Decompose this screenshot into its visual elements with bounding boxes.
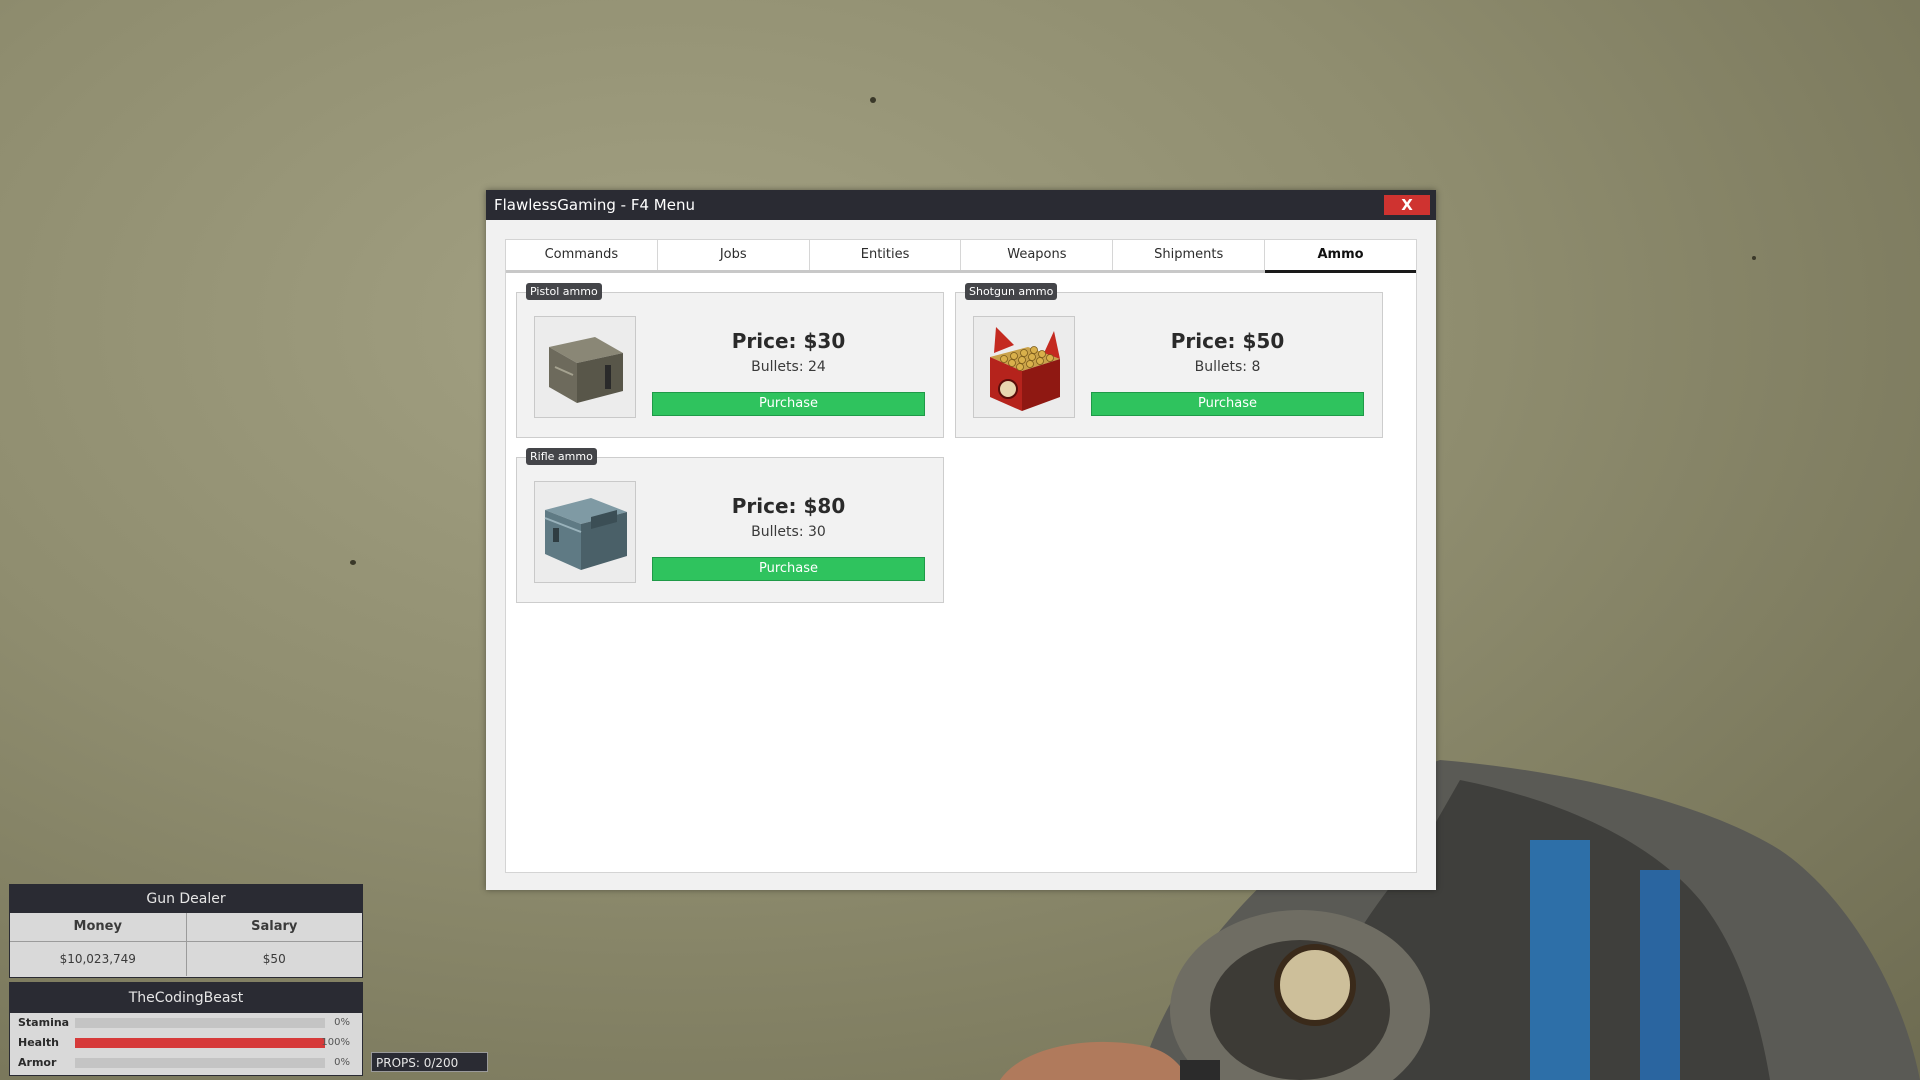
health-bar-fill: [75, 1038, 325, 1048]
item-card-shotgun-ammo: Shotgun ammo Price: $50 Bullets: 8 Purch…: [955, 283, 1383, 438]
job-title: Gun Dealer: [10, 885, 362, 913]
stamina-row: Stamina 0%: [10, 1013, 362, 1033]
health-value: 100%: [321, 1037, 350, 1048]
wall-spot: [870, 97, 876, 103]
item-bullets: Bullets: 24: [751, 359, 826, 375]
item-bullets: Bullets: 30: [751, 524, 826, 540]
purchase-button[interactable]: Purchase: [1091, 392, 1364, 416]
close-button[interactable]: X: [1384, 195, 1430, 215]
stamina-value: 0%: [334, 1017, 350, 1028]
armor-row: Armor 0%: [10, 1053, 362, 1073]
money-label: Money: [10, 913, 186, 942]
job-info-table: Money $10,023,749 Salary $50: [10, 913, 362, 976]
health-bar: [75, 1038, 325, 1048]
tab-weapons[interactable]: Weapons: [961, 240, 1114, 270]
tab-commands[interactable]: Commands: [506, 240, 658, 270]
salary-label: Salary: [186, 913, 362, 942]
item-name: Shotgun ammo: [965, 283, 1058, 300]
item-price: Price: $80: [731, 494, 846, 518]
armor-value: 0%: [334, 1057, 350, 1068]
health-row: Health 100%: [10, 1033, 362, 1053]
hud-player-panel: TheCodingBeast Stamina 0% Health 100% Ar…: [9, 982, 363, 1076]
health-label: Health: [18, 1036, 59, 1049]
menu-panel: Commands Jobs Entities Weapons Shipments…: [505, 239, 1417, 873]
player-name: TheCodingBeast: [10, 983, 362, 1013]
item-bullets: Bullets: 8: [1194, 359, 1261, 375]
wall-spot: [1752, 256, 1756, 260]
tab-jobs[interactable]: Jobs: [657, 240, 810, 270]
wall-spot: [350, 560, 356, 565]
tab-shipments[interactable]: Shipments: [1113, 240, 1266, 270]
money-value: $10,023,749: [59, 952, 136, 966]
f4-menu-window: FlawlessGaming - F4 Menu X Commands Jobs…: [486, 190, 1436, 890]
purchase-button[interactable]: Purchase: [652, 392, 925, 416]
item-name: Pistol ammo: [526, 283, 602, 300]
item-price: Price: $30: [731, 329, 846, 353]
item-name: Rifle ammo: [526, 448, 597, 465]
pistol-ammo-box-icon: [534, 316, 636, 418]
stamina-bar: [75, 1018, 325, 1028]
item-price: Price: $50: [1170, 329, 1285, 353]
shotgun-shell-box-icon: [973, 316, 1075, 418]
salary-column: Salary $50: [186, 913, 362, 976]
armor-label: Armor: [18, 1056, 57, 1069]
hud-job-panel: Gun Dealer Money $10,023,749 Salary $50: [9, 884, 363, 978]
item-card-pistol-ammo: Pistol ammo Price: $30 Bullets: 24 Purch…: [516, 283, 944, 438]
window-titlebar[interactable]: FlawlessGaming - F4 Menu X: [486, 190, 1436, 220]
tab-ammo[interactable]: Ammo: [1265, 240, 1416, 273]
tab-entities[interactable]: Entities: [809, 240, 962, 270]
stamina-label: Stamina: [18, 1016, 70, 1029]
armor-bar: [75, 1058, 325, 1068]
window-title: FlawlessGaming - F4 Menu: [494, 196, 695, 214]
money-column: Money $10,023,749: [10, 913, 187, 976]
tab-bar: Commands Jobs Entities Weapons Shipments…: [506, 240, 1416, 273]
purchase-button[interactable]: Purchase: [652, 557, 925, 581]
item-card-rifle-ammo: Rifle ammo Price: $80 Bullets: 30 Purcha…: [516, 448, 944, 603]
salary-value: $50: [262, 952, 286, 966]
rifle-ammo-crate-icon: [534, 481, 636, 583]
props-counter: PROPS: 0/200: [371, 1052, 488, 1072]
